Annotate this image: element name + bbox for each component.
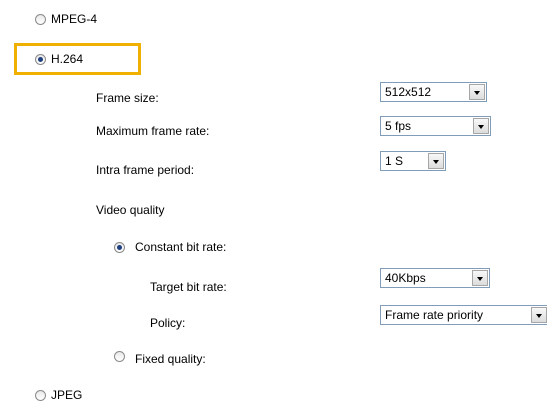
max-frame-rate-value: 5 fps <box>385 119 412 133</box>
mpeg4-label: MPEG-4 <box>51 12 98 26</box>
frame-size-value: 512x512 <box>385 85 432 99</box>
frame-size-label: Frame size: <box>96 91 159 105</box>
chevron-down-icon[interactable] <box>428 153 444 169</box>
target-bit-rate-label: Target bit rate: <box>150 280 227 294</box>
frame-size-select[interactable]: 512x512 <box>380 82 487 102</box>
policy-value: Frame rate priority <box>385 308 484 322</box>
max-frame-rate-select[interactable]: 5 fps <box>380 116 491 136</box>
fixed-quality-label: Fixed quality: <box>135 352 206 366</box>
max-frame-rate-label: Maximum frame rate: <box>96 124 210 138</box>
h264-radio[interactable] <box>35 54 46 65</box>
intra-frame-period-value: 1 S <box>385 154 404 168</box>
jpeg-label: JPEG <box>51 388 83 402</box>
chevron-down-icon[interactable] <box>473 118 489 134</box>
target-bit-rate-select[interactable]: 40Kbps <box>380 268 490 288</box>
video-quality-label: Video quality <box>96 203 165 217</box>
chevron-down-icon[interactable] <box>531 307 547 323</box>
policy-select[interactable]: Frame rate priority <box>380 305 547 325</box>
fixed-quality-radio[interactable] <box>114 351 125 362</box>
constant-bit-rate-label: Constant bit rate: <box>135 240 227 254</box>
target-bit-rate-value: 40Kbps <box>385 271 426 285</box>
h264-label: H.264 <box>51 52 84 66</box>
intra-frame-period-select[interactable]: 1 S <box>380 151 446 171</box>
chevron-down-icon[interactable] <box>469 84 485 100</box>
mpeg4-radio[interactable] <box>35 14 46 25</box>
policy-label: Policy: <box>150 316 186 330</box>
chevron-down-icon[interactable] <box>472 270 488 286</box>
jpeg-radio[interactable] <box>35 390 46 401</box>
intra-frame-period-label: Intra frame period: <box>96 163 195 177</box>
constant-bit-rate-radio[interactable] <box>114 242 125 253</box>
